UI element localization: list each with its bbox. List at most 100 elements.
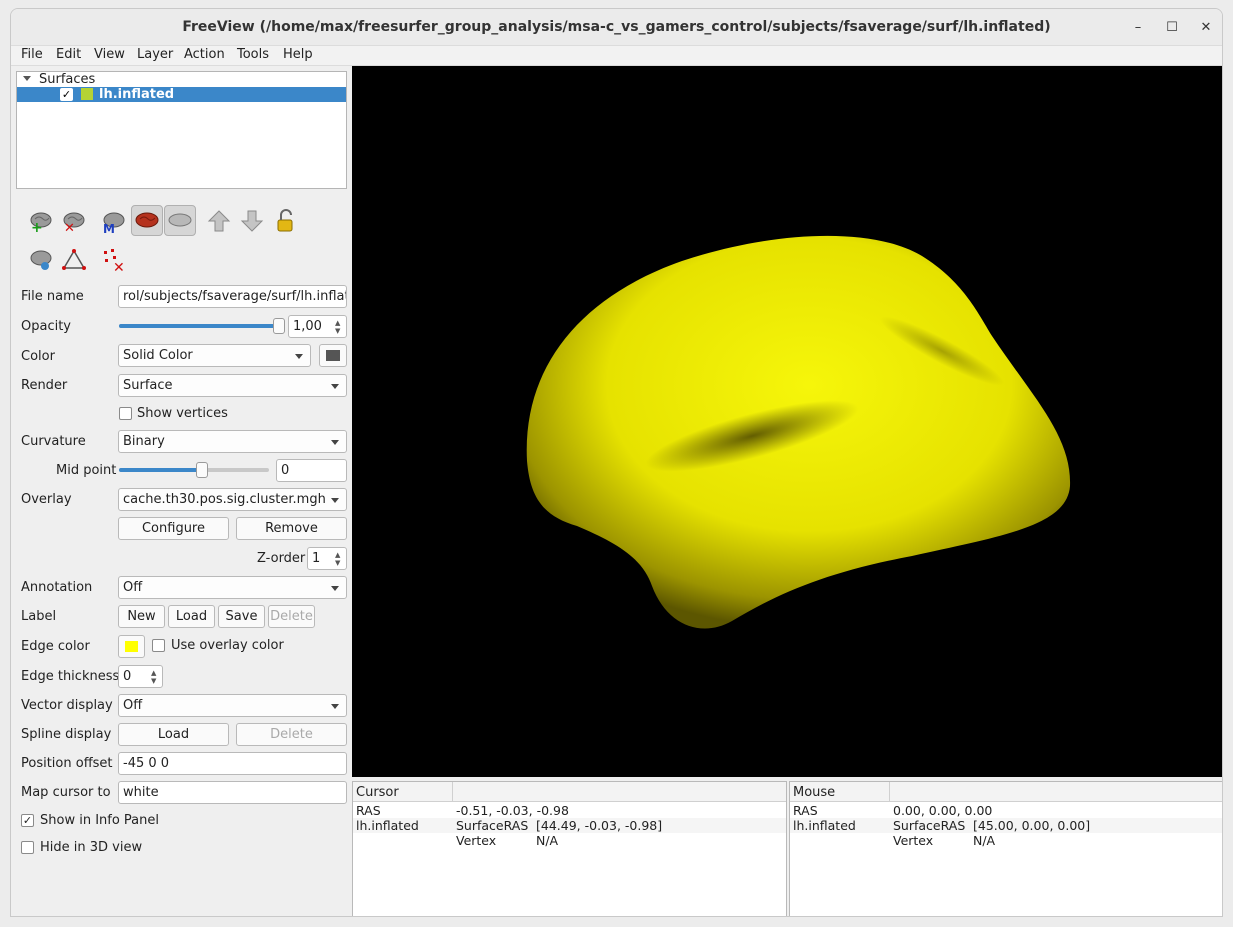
row-extra: [44.49, -0.03, -0.98] [536,818,663,833]
file-name-label: File name [21,289,84,304]
mouse-row[interactable]: Vertex N/A [790,833,1222,848]
move-layer-up-icon[interactable] [205,207,233,235]
mouse-info-pane: Mouse RAS 0.00, 0.00, 0.00 lh.inflated Sur… [789,781,1222,916]
layer-tree[interactable]: Surfaces ✓ lh.inflated [16,71,347,189]
row-key: lh.inflated [356,818,419,833]
curvature-label: Curvature [21,434,86,449]
opacity-spinbox[interactable]: 1,00 ▲ ▼ [288,315,347,338]
app-window: FreeView (/home/max/freesurfer_group_ana… [10,8,1223,917]
chevron-down-icon [331,586,339,591]
surface-pial-icon[interactable] [131,205,163,236]
configure-button[interactable]: Configure [118,517,229,540]
render-view-3d[interactable] [352,66,1223,777]
color-mode-select[interactable]: Solid Color [118,344,311,367]
show-vertices-checkbox[interactable] [119,407,132,420]
tree-item-lh-inflated[interactable]: ✓ lh.inflated [17,87,346,102]
hide-3d-checkbox[interactable] [21,841,34,854]
curvature-value: Binary [123,434,165,449]
midpoint-field[interactable]: 0 [276,459,347,482]
column-divider [452,782,453,802]
layer-visible-checkbox[interactable]: ✓ [60,88,73,101]
surface-inflated-icon[interactable] [164,205,196,236]
edge-thickness-spinbox[interactable]: 0 ▲ ▼ [118,665,163,688]
overlay-value: cache.th30.pos.sig.cluster.mgh [123,492,326,507]
spin-down-icon[interactable]: ▼ [151,678,160,685]
label-save-button[interactable]: Save [218,605,265,628]
render-label: Render [21,378,68,393]
show-vertices-label: Show vertices [137,406,228,421]
menu-view[interactable]: View [94,47,125,62]
show-info-panel-label: Show in Info Panel [40,813,159,828]
spin-up-icon[interactable]: ▲ [151,670,160,677]
label-new-button[interactable]: New [118,605,165,628]
mouse-row[interactable]: lh.inflated SurfaceRAS [45.00, 0.00, 0.00] [790,818,1222,833]
position-offset-field[interactable]: -45 0 0 [118,752,347,775]
clear-marks-icon[interactable]: ✕ [101,246,129,276]
svg-text:M: M [103,222,115,235]
remove-overlay-button[interactable]: Remove [236,517,347,540]
show-info-panel-checkbox[interactable]: ✓ [21,814,34,827]
midpoint-slider-handle[interactable] [195,462,208,478]
cursor-row[interactable]: Vertex N/A [353,833,786,848]
expand-arrow-icon[interactable] [23,76,31,81]
row-value: Vertex [893,833,934,848]
midpoint-slider[interactable] [119,462,269,478]
close-surface-icon[interactable]: ✕ [60,207,88,236]
label-load-button[interactable]: Load [168,605,215,628]
cursor-row[interactable]: lh.inflated SurfaceRAS [44.49, -0.03, -0.9… [353,818,786,833]
overlay-select[interactable]: cache.th30.pos.sig.cluster.mgh [118,488,347,511]
annotation-select[interactable]: Off [118,576,347,599]
svg-text:✕: ✕ [113,260,125,274]
minimize-button[interactable]: – [1128,18,1148,38]
tree-group-surfaces[interactable]: Surfaces [17,72,346,87]
layer-name: lh.inflated [99,87,175,102]
load-surface-icon[interactable]: + [27,207,55,236]
color-picker-button[interactable] [319,344,347,367]
row-value: Vertex [456,833,497,848]
opacity-slider-handle[interactable] [273,318,285,334]
spin-down-icon[interactable]: ▼ [335,328,344,335]
opacity-slider[interactable] [119,318,285,334]
menu-help[interactable]: Help [283,47,313,62]
menu-file[interactable]: File [21,47,43,62]
cursor-row[interactable]: RAS -0.51, -0.03, -0.98 [353,803,786,818]
vector-display-select[interactable]: Off [118,694,347,717]
menu-layer[interactable]: Layer [137,47,173,62]
lock-layer-icon[interactable] [271,207,299,235]
menu-bar: File Edit View Layer Action Tools Help [11,46,1222,66]
info-panel: Cursor RAS -0.51, -0.03, -0.98 lh.inflate… [352,781,1222,916]
use-overlay-color-checkbox[interactable] [152,639,165,652]
spline-load-button[interactable]: Load [118,723,229,746]
chevron-down-icon [331,384,339,389]
row-value: SurfaceRAS [893,818,966,833]
edge-color-button[interactable] [118,635,145,658]
move-layer-down-icon[interactable] [238,207,266,235]
path-triangle-icon[interactable] [60,246,88,274]
zorder-spinbox[interactable]: 1 ▲ ▼ [307,547,347,570]
mouse-row[interactable]: RAS 0.00, 0.00, 0.00 [790,803,1222,818]
surface-path-icon[interactable] [27,246,55,274]
file-name-field[interactable]: rol/subjects/fsaverage/surf/lh.inflated [118,285,347,308]
curvature-select[interactable]: Binary [118,430,347,453]
menu-action[interactable]: Action [184,47,225,62]
menu-edit[interactable]: Edit [56,47,81,62]
row-key: lh.inflated [793,818,856,833]
menu-tools[interactable]: Tools [237,47,269,62]
color-swatch [326,350,340,361]
spin-up-icon[interactable]: ▲ [335,320,344,327]
chevron-down-icon [331,440,339,445]
render-select[interactable]: Surface [118,374,347,397]
cursor-header-label: Cursor [356,785,399,800]
close-button[interactable]: ✕ [1196,18,1216,38]
row-value: 0.00, 0.00, 0.00 [893,803,993,818]
layer-color-swatch [81,88,93,100]
spin-down-icon[interactable]: ▼ [335,560,344,567]
spline-delete-button[interactable]: Delete [236,723,347,746]
surface-main-icon[interactable]: M [100,207,128,236]
brain-surface-render[interactable] [352,66,1223,777]
map-cursor-field[interactable]: white [118,781,347,804]
label-delete-button[interactable]: Delete [268,605,315,628]
row-value: SurfaceRAS [456,818,529,833]
maximize-button[interactable]: ☐ [1162,18,1182,38]
spin-up-icon[interactable]: ▲ [335,552,344,559]
